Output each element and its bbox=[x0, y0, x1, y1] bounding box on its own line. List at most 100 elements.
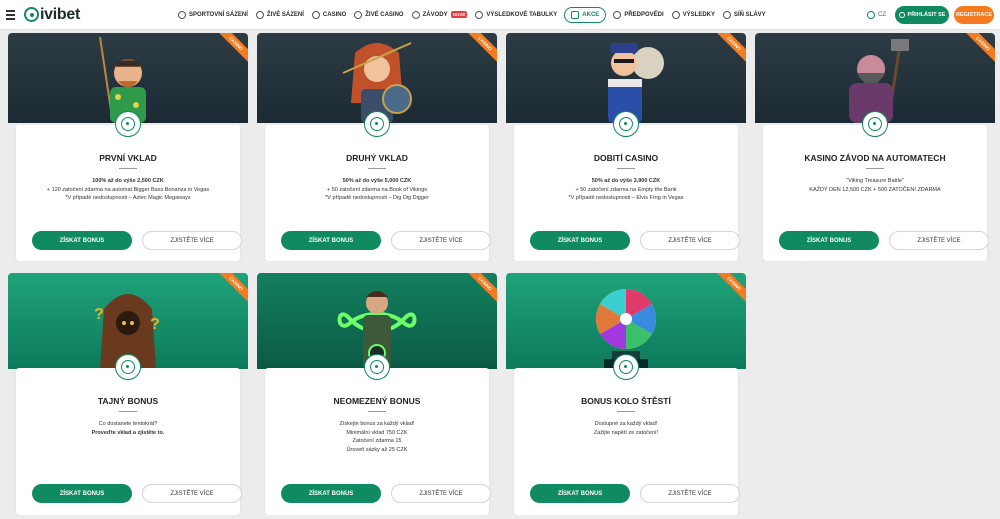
claim-bonus-button[interactable]: ZÍSKAT BONUS bbox=[530, 231, 630, 250]
learn-more-button[interactable]: ZJISTĚTE VÍCE bbox=[889, 231, 989, 250]
casino-ribbon: CASINO bbox=[961, 33, 995, 66]
nav-predictions[interactable]: PŘEDPOVĚDI bbox=[609, 0, 667, 30]
claim-bonus-button[interactable]: ZÍSKAT BONUS bbox=[32, 484, 132, 503]
promo-card-body: BONUS KOLO ŠTĚSTÍ Dostupné za každý vkla… bbox=[514, 354, 740, 515]
viking-woman-mascot-image bbox=[342, 42, 412, 123]
learn-more-button[interactable]: ZJISTĚTE VÍCE bbox=[391, 231, 491, 250]
nav-hall-of-fame[interactable]: SÍŇ SLÁVY bbox=[719, 0, 770, 30]
promo-description: 50% až do výše 3,900 CZK + 50 zatočení z… bbox=[568, 178, 684, 201]
fisherman-mascot-image bbox=[99, 36, 146, 123]
promo-card-second-deposit: CASINO DRUHÝ VKLAD 50% až do výše 5,000 … bbox=[257, 33, 497, 261]
promo-title: KASINO ZÁVOD NA AUTOMATECH bbox=[804, 153, 946, 163]
nav-live-casino[interactable]: ŽIVÉ CASINO bbox=[350, 0, 407, 30]
claim-bonus-button[interactable]: ZÍSKAT BONUS bbox=[32, 231, 132, 250]
top-navigation-bar: ivibet SPORTOVNÍ SÁZENÍ ŽIVÉ SÁZENÍ CASI… bbox=[0, 0, 1000, 30]
promo-card-wheel-of-fortune: CASINO BONUS KOLO ŠTĚSTÍ Dostupné za kaž… bbox=[506, 273, 746, 515]
ivibet-emblem-icon bbox=[364, 111, 390, 137]
promo-title: DRUHÝ VKLAD bbox=[346, 153, 408, 163]
promo-hero-image: CASINO bbox=[8, 33, 248, 123]
live-casino-icon bbox=[354, 10, 363, 19]
gift-icon bbox=[571, 10, 580, 19]
promo-card-body: KASINO ZÁVOD NA AUTOMATECH "Viking Treas… bbox=[763, 111, 989, 261]
nav-leaderboards[interactable]: VÝSLEDKOVÉ TABULKY bbox=[471, 0, 561, 30]
title-divider bbox=[119, 411, 137, 412]
promo-card-body: TAJNÝ BONUS Co dostanete tentokrát? Prov… bbox=[16, 354, 242, 515]
ivibet-emblem-icon bbox=[613, 354, 639, 380]
logo-text: ivibet bbox=[40, 5, 80, 23]
main-nav: SPORTOVNÍ SÁZENÍ ŽIVÉ SÁZENÍ CASINO ŽIVÉ… bbox=[174, 0, 770, 30]
ivibet-logo[interactable]: ivibet bbox=[24, 0, 80, 30]
header-actions: CZ PŘIHLÁSIT SE REGISTRACE bbox=[867, 6, 994, 24]
promo-description: "Viking Treasure Battle" KAŽDÝ DEN 12,50… bbox=[809, 178, 941, 193]
nav-live-betting[interactable]: ŽIVÉ SÁZENÍ bbox=[252, 0, 308, 30]
hall-of-fame-icon bbox=[723, 10, 731, 19]
casino-ribbon: CASINO bbox=[463, 273, 497, 306]
claim-bonus-button[interactable]: ZÍSKAT BONUS bbox=[281, 484, 381, 503]
learn-more-button[interactable]: ZJISTĚTE VÍCE bbox=[142, 484, 242, 503]
claim-bonus-button[interactable]: ZÍSKAT BONUS bbox=[779, 231, 879, 250]
promo-card-body: PRVNÍ VKLAD 100% až do výše 2,500 CZK + … bbox=[16, 111, 242, 261]
learn-more-button[interactable]: ZJISTĚTE VÍCE bbox=[142, 231, 242, 250]
learn-more-button[interactable]: ZJISTĚTE VÍCE bbox=[391, 484, 491, 503]
results-icon bbox=[671, 10, 680, 19]
title-divider bbox=[368, 411, 386, 412]
svg-text:?: ? bbox=[150, 316, 160, 333]
promo-card-unlimited-bonus: CASINO NEOMEZENÝ BONUS Získejte bonus za… bbox=[257, 273, 497, 515]
casino-ribbon: CASINO bbox=[712, 273, 746, 306]
svg-text:?: ? bbox=[94, 306, 104, 323]
learn-more-button[interactable]: ZJISTĚTE VÍCE bbox=[640, 231, 740, 250]
ivibet-emblem-icon bbox=[115, 111, 141, 137]
learn-more-button[interactable]: ZJISTĚTE VÍCE bbox=[640, 484, 740, 503]
nav-results[interactable]: VÝSLEDKY bbox=[668, 0, 719, 30]
ivibet-emblem-icon bbox=[862, 111, 888, 137]
promo-card-body: DOBITÍ CASINO 50% až do výše 3,900 CZK +… bbox=[514, 111, 740, 261]
promo-title: TAJNÝ BONUS bbox=[97, 396, 159, 406]
promo-card-body: NEOMEZENÝ BONUS Získejte bonus za každý … bbox=[265, 354, 491, 515]
promo-hero-image: CASINO bbox=[257, 33, 497, 123]
ivibet-emblem-icon bbox=[364, 354, 390, 380]
promo-card-body: DRUHÝ VKLAD 50% až do výše 5,000 CZK + 5… bbox=[265, 111, 491, 261]
register-button[interactable]: REGISTRACE bbox=[954, 6, 994, 24]
casino-ribbon: CASINO bbox=[463, 33, 497, 66]
promo-title: DOBITÍ CASINO bbox=[593, 153, 659, 163]
leaderboard-icon bbox=[475, 10, 484, 19]
globe-icon bbox=[867, 11, 875, 19]
trophy-icon bbox=[411, 10, 420, 19]
new-badge: NOVÉ bbox=[450, 11, 468, 18]
promo-title: NEOMEZENÝ BONUS bbox=[333, 396, 421, 406]
casino-ribbon: CASINO bbox=[712, 33, 746, 66]
title-divider bbox=[617, 411, 635, 412]
casino-ribbon: CASINO bbox=[214, 273, 248, 306]
live-icon bbox=[255, 10, 264, 19]
logo-mark-icon bbox=[24, 7, 39, 22]
casino-ribbon: CASINO bbox=[214, 33, 248, 66]
prediction-icon bbox=[613, 10, 622, 19]
promo-description: Dostupné za každý vklad! Zažijte napětí … bbox=[593, 421, 659, 436]
claim-bonus-button[interactable]: ZÍSKAT BONUS bbox=[281, 231, 381, 250]
soccer-ball-icon bbox=[178, 10, 186, 19]
login-button[interactable]: PŘIHLÁSIT SE bbox=[895, 6, 949, 24]
promo-description: Co dostanete tentokrát? Proveďte vklad a… bbox=[91, 421, 165, 436]
title-divider bbox=[368, 168, 386, 169]
nav-casino[interactable]: CASINO bbox=[308, 0, 350, 30]
casino-chip-icon bbox=[311, 10, 320, 19]
dwarf-warrior-mascot-image bbox=[849, 39, 909, 123]
hamburger-menu-icon[interactable] bbox=[6, 9, 24, 20]
ivibet-emblem-icon bbox=[613, 111, 639, 137]
title-divider bbox=[866, 168, 884, 169]
claim-bonus-button[interactable]: ZÍSKAT BONUS bbox=[530, 484, 630, 503]
promo-hero-image: CASINO bbox=[506, 33, 746, 123]
ivibet-emblem-icon bbox=[115, 354, 141, 380]
title-divider bbox=[119, 168, 137, 169]
promo-hero-image: CASINO bbox=[755, 33, 995, 123]
title-divider bbox=[617, 168, 635, 169]
promo-card-secret-bonus: ? ? CASINO TAJNÝ BONUS Co dostanete tent… bbox=[8, 273, 248, 515]
promo-card-first-deposit: CASINO PRVNÍ VKLAD 100% až do výše 2,500… bbox=[8, 33, 248, 261]
nav-promotions[interactable]: AKCE bbox=[564, 6, 607, 23]
nav-races[interactable]: ZÁVODY NOVÉ bbox=[408, 0, 472, 30]
user-icon bbox=[898, 12, 905, 18]
promo-card-casino-reload: CASINO DOBITÍ CASINO 50% až do výše 3,90… bbox=[506, 33, 746, 261]
nav-sports-betting[interactable]: SPORTOVNÍ SÁZENÍ bbox=[174, 0, 252, 30]
promo-title: PRVNÍ VKLAD bbox=[99, 153, 157, 163]
language-selector[interactable]: CZ bbox=[867, 11, 886, 19]
